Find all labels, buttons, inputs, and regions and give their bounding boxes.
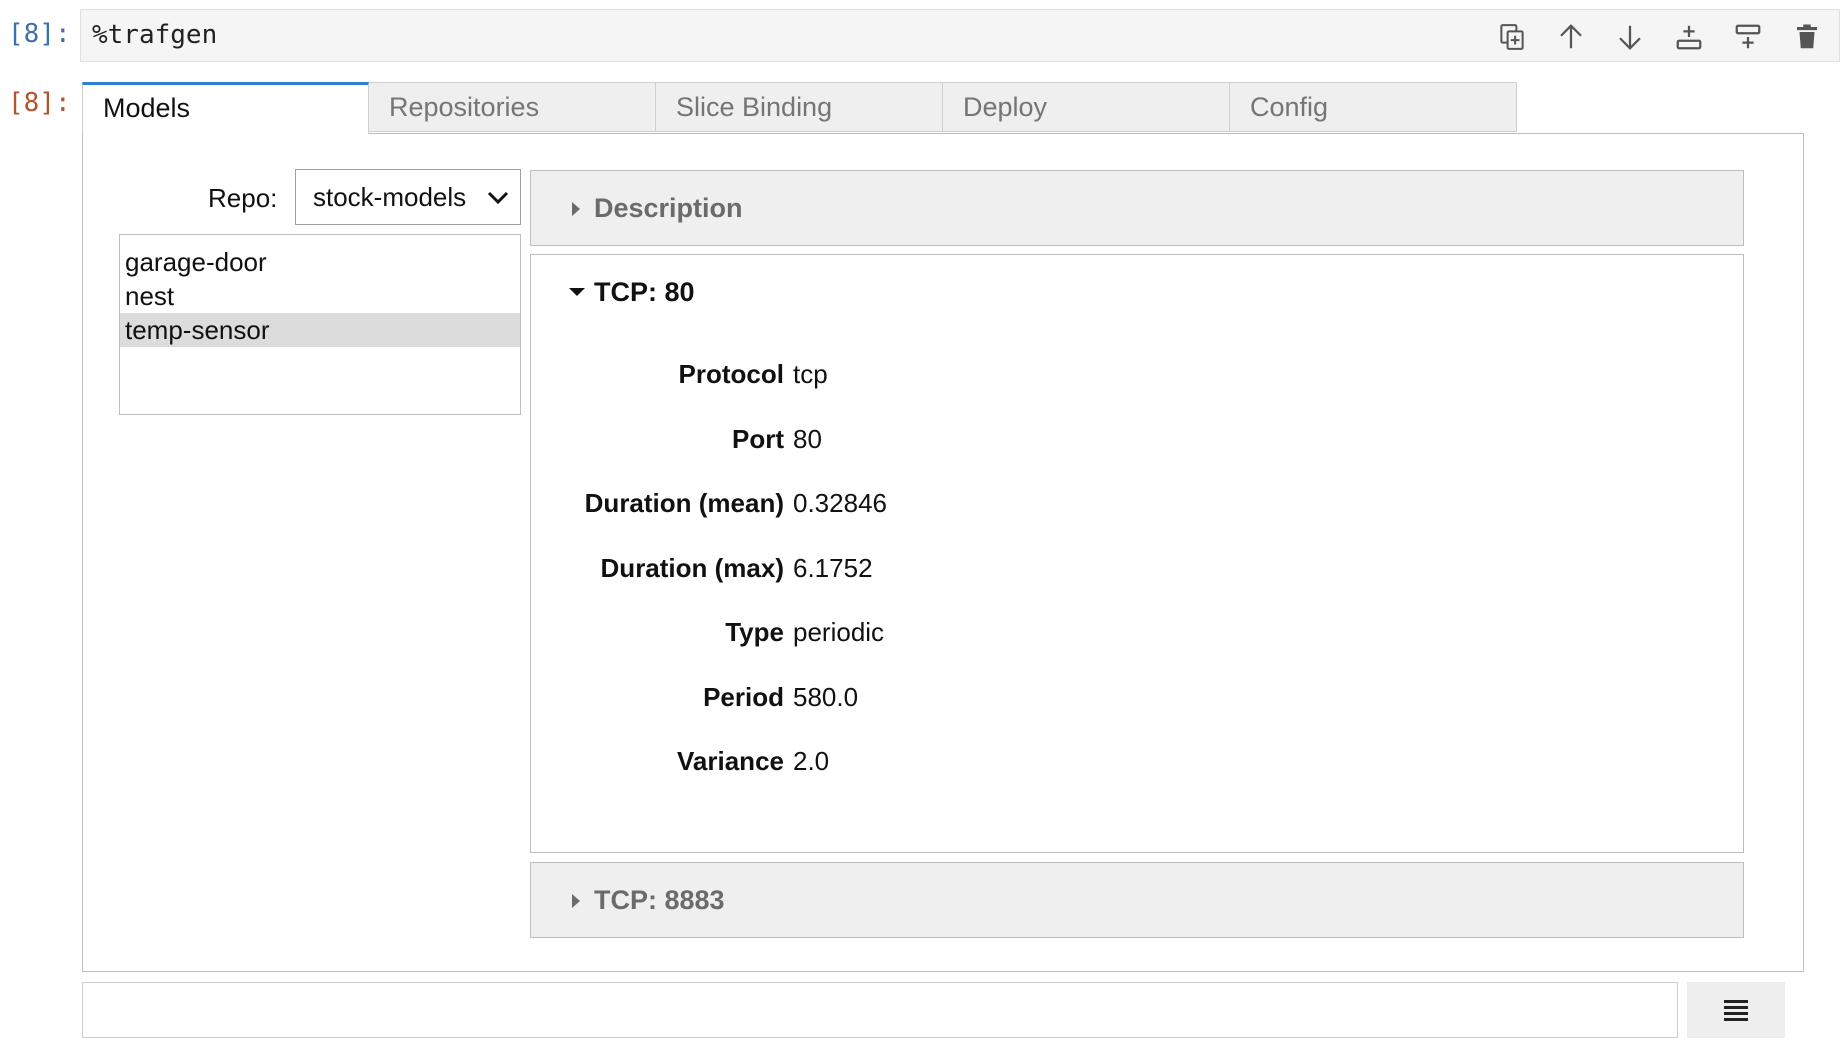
field-row: Duration (mean) 0.32846 [531,488,1531,528]
code-text[interactable]: %trafgen [92,20,217,50]
field-row: Type periodic [531,617,1531,657]
caret-down-icon [569,288,585,296]
accordion-tcp-80-header[interactable]: TCP: 80 [531,255,1743,329]
tab-config[interactable]: Config [1230,82,1517,132]
accordion-tcp-8883-title: TCP: 8883 [594,885,725,915]
repo-dropdown-value: stock-models [313,182,467,212]
field-key: Type [725,617,784,647]
field-row: Protocol tcp [531,359,1531,399]
field-key: Duration (mean) [584,488,784,518]
duplicate-cell-icon [1500,24,1524,50]
field-key: Protocol [678,359,784,389]
caret-right-icon [572,202,580,216]
field-value: tcp [793,359,828,389]
list-item[interactable]: temp-sensor [120,313,520,347]
accordion-description-header[interactable]: Description [531,171,1743,245]
insert-below-icon [1676,25,1702,50]
chevron-down-icon [487,191,509,205]
field-key: Period [703,681,784,712]
move-down-icon [1619,25,1641,50]
accordion-tcp-8883-header[interactable]: TCP: 8883 [531,863,1743,937]
accordion-description-title: Description [594,193,743,223]
repo-label: Repo: [208,183,278,213]
field-row: Duration (max) 6.1752 [531,553,1531,593]
code-cell[interactable]: %trafgen [80,9,1840,62]
duplicate-cell-button[interactable] [1494,21,1530,53]
insert-below-button[interactable] [1671,21,1707,53]
field-value: 6.1752 [793,552,873,583]
cell-toolbar [1494,21,1825,53]
field-row: Period 580.0 [531,682,1531,722]
repo-dropdown[interactable]: stock-models [295,169,521,225]
insert-above-button[interactable] [1730,21,1766,53]
field-value: 80 [793,423,822,454]
field-row: Port 80 [531,424,1531,464]
move-down-button[interactable] [1612,21,1648,53]
field-value: 2.0 [793,746,830,776]
model-listbox[interactable]: garage-door nest temp-sensor [119,234,521,415]
tab-repositories[interactable]: Repositories [369,82,656,132]
field-value: periodic [793,617,885,647]
output-log-area[interactable] [82,982,1678,1038]
tab-slice-binding[interactable]: Slice Binding [656,82,943,132]
widget-tabbar: Models Repositories Slice Binding Deploy… [82,82,1517,134]
output-prompt: [8]: [8,88,71,118]
input-prompt: [8]: [8,19,71,49]
insert-above-icon [1735,24,1761,49]
list-item[interactable]: garage-door [120,245,520,279]
move-up-button[interactable] [1553,21,1589,53]
move-up-icon [1560,24,1582,49]
accordion-tcp-80-title: TCP: 80 [594,277,695,307]
tab-deploy[interactable]: Deploy [943,82,1230,132]
field-key: Port [732,423,784,454]
log-toggle-button[interactable] [1687,982,1785,1038]
caret-right-icon [572,894,580,908]
delete-cell-icon [1797,24,1817,49]
accordion-tcp-80: TCP: 80 Protocol tcp Port 80 Duration (mean)… [530,254,1744,853]
accordion-tcp-8883: TCP: 8883 [530,862,1744,938]
delete-cell-button[interactable] [1789,21,1825,53]
field-value: 0.32846 [793,488,887,518]
field-row: Variance 2.0 [531,746,1531,786]
field-key: Duration (max) [600,552,784,583]
field-value: 580.0 [793,681,859,712]
accordion-description: Description [530,170,1744,246]
field-key: Variance [677,746,784,776]
tab-models[interactable]: Models [82,82,369,134]
list-item[interactable]: nest [120,279,520,313]
menu-lines-icon [1724,1000,1748,1021]
